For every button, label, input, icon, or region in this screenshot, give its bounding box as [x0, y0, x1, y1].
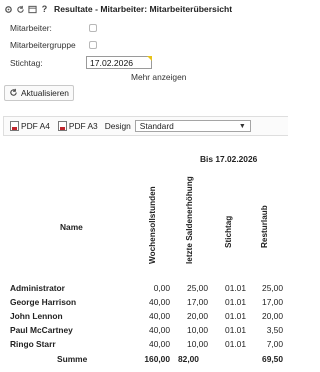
date-row: Stichtag: [10, 58, 43, 68]
column-header-remaining-vacation: Resturlaub [260, 205, 269, 248]
table-row-name: George Harrison [10, 297, 77, 307]
report-period: Bis 17.02.2026 [200, 154, 258, 164]
table-cell: 40,00 [149, 339, 170, 349]
chevron-down-icon: ▼ [238, 122, 246, 130]
date-input[interactable]: 17.02.2026 [86, 56, 152, 69]
table-row-name: John Lennon [10, 311, 63, 321]
refresh-icon[interactable] [16, 5, 25, 14]
window-icon[interactable] [28, 5, 37, 14]
group-label: Mitarbeitergruppe [10, 40, 76, 50]
table-row-name: Ringo Starr [10, 339, 56, 349]
table-cell: 01.01 [225, 311, 246, 321]
column-header-last-increase: letzte Saldenerhöhung [185, 176, 194, 264]
refresh-label: Aktualisieren [21, 88, 69, 98]
design-select[interactable]: Standard ▼ [134, 120, 251, 132]
employee-label: Mitarbeiter: [10, 23, 52, 33]
more-link[interactable]: Mehr anzeigen [131, 72, 186, 82]
table-cell: 7,00 [266, 339, 283, 349]
sum-cell: 69,50 [262, 354, 283, 364]
table-cell: 20,00 [262, 311, 283, 321]
design-label: Design [104, 121, 131, 131]
group-row: Mitarbeitergruppe [10, 40, 76, 50]
table-cell: 01.01 [225, 339, 246, 349]
table-cell: 01.01 [225, 325, 246, 335]
name-column-header: Name [60, 222, 83, 232]
table-row-name: Administrator [10, 283, 65, 293]
pdf-icon [10, 121, 19, 131]
table-cell: 17,00 [262, 297, 283, 307]
table-cell: 40,00 [149, 325, 170, 335]
column-header-cutoff: Stichtag [224, 215, 233, 248]
table-cell: 3,50 [266, 325, 283, 335]
table-cell: 20,00 [187, 311, 208, 321]
table-cell: 17,00 [187, 297, 208, 307]
pdf-a3-label: PDF A3 [68, 121, 98, 131]
pdf-a4-button[interactable]: PDF A4 [10, 121, 50, 131]
table-cell: 0,00 [153, 283, 170, 293]
sum-label: Summe [57, 354, 88, 364]
gear-icon[interactable] [4, 5, 13, 14]
refresh-button[interactable]: Aktualisieren [4, 85, 74, 101]
date-value: 17.02.2026 [90, 58, 134, 68]
report-toolbar: PDF A4 PDF A3 Design Standard ▼ [3, 116, 288, 136]
employee-checkbox[interactable] [89, 24, 97, 32]
employee-row: Mitarbeiter: [10, 23, 52, 33]
table-cell: 40,00 [149, 297, 170, 307]
table-cell: 25,00 [262, 283, 283, 293]
table-cell: 40,00 [149, 311, 170, 321]
table-cell: 01.01 [225, 297, 246, 307]
sum-cell: 82,00 [178, 354, 199, 364]
table-cell: 10,00 [187, 339, 208, 349]
table-cell: 25,00 [187, 283, 208, 293]
table-row-name: Paul McCartney [10, 325, 73, 335]
table-cell: 10,00 [187, 325, 208, 335]
help-icon[interactable]: ? [40, 4, 49, 14]
window-titlebar: ? Resultate - Mitarbeiter: Mitarbeiterüb… [0, 0, 288, 18]
column-header-weekly-hours: Wochensollstunden [148, 186, 157, 264]
pdf-a4-label: PDF A4 [21, 121, 50, 131]
table-cell: 01.01 [225, 283, 246, 293]
pdf-a3-button[interactable]: PDF A3 [57, 121, 98, 131]
date-label: Stichtag: [10, 58, 43, 68]
group-checkbox[interactable] [89, 41, 97, 49]
sum-cell: 160,00 [144, 354, 170, 364]
window-title: Resultate - Mitarbeiter: Mitarbeiterüber… [54, 4, 233, 14]
design-value: Standard [139, 121, 174, 131]
pdf-icon [57, 121, 67, 131]
refresh-icon [9, 88, 18, 99]
date-marker [147, 56, 152, 61]
